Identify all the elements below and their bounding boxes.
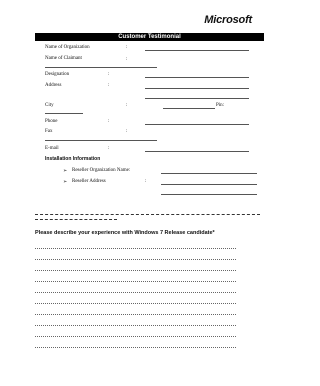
reseller-address-field-line-1[interactable]: [161, 184, 257, 185]
pin-field[interactable]: [45, 113, 83, 114]
claimant-field[interactable]: [45, 67, 157, 68]
section-separator: [35, 214, 260, 215]
experience-field-line[interactable]: [35, 248, 236, 249]
fax-field[interactable]: [45, 140, 157, 141]
org-name-colon: :: [126, 45, 128, 50]
email-colon: :: [108, 146, 110, 151]
claimant-label: Name of Claimant: [45, 56, 82, 61]
email-field[interactable]: [145, 151, 249, 152]
city-colon: :: [126, 103, 128, 108]
city-label: City: [45, 103, 54, 108]
phone-field[interactable]: [145, 124, 249, 125]
experience-field-line[interactable]: [35, 281, 236, 282]
experience-question: Please describe your experience with Win…: [35, 230, 215, 236]
designation-field[interactable]: [145, 77, 249, 78]
org-name-label: Name of Organization: [45, 45, 90, 50]
reseller-address-label: Reseller Address: [72, 179, 106, 184]
phone-colon: :: [108, 119, 110, 124]
org-name-field[interactable]: [145, 50, 249, 51]
claimant-colon: :: [126, 57, 128, 62]
reseller-org-field[interactable]: [161, 173, 257, 174]
reseller-org-label: Reseller Organization Name:: [72, 168, 131, 173]
experience-field-line[interactable]: [35, 347, 236, 348]
section-separator-tail: [35, 219, 117, 220]
designation-colon: :: [108, 72, 110, 77]
bullet-arrow-icon: ➢: [63, 180, 68, 185]
address-field-line-2[interactable]: [145, 98, 249, 99]
city-field[interactable]: [163, 108, 215, 109]
reseller-address-colon: :: [145, 179, 147, 184]
email-label: E-mail: [45, 146, 59, 151]
experience-field-line[interactable]: [35, 336, 236, 337]
address-colon: :: [108, 83, 110, 88]
experience-field-line[interactable]: [35, 325, 236, 326]
pin-label: Pin:: [216, 103, 225, 108]
designation-label: Designation: [45, 72, 70, 77]
installation-heading: Installation Information: [45, 156, 101, 162]
experience-field-line[interactable]: [35, 270, 236, 271]
microsoft-logo: Microsoft: [204, 14, 252, 26]
address-label: Address: [45, 83, 62, 88]
phone-label: Phone: [45, 119, 58, 124]
experience-field-line[interactable]: [35, 292, 236, 293]
experience-field-line[interactable]: [35, 314, 236, 315]
bullet-arrow-icon: ➢: [63, 169, 68, 174]
experience-field-line[interactable]: [35, 303, 236, 304]
experience-field-line[interactable]: [35, 259, 236, 260]
form-title-banner: Customer Testimonial: [35, 33, 264, 41]
reseller-address-field-line-2[interactable]: [161, 194, 257, 195]
fax-label: Fax: [45, 129, 53, 134]
address-field-line-1[interactable]: [145, 88, 249, 89]
fax-colon: :: [126, 129, 128, 134]
testimonial-form-page: Microsoft Customer Testimonial Name of O…: [0, 0, 298, 386]
